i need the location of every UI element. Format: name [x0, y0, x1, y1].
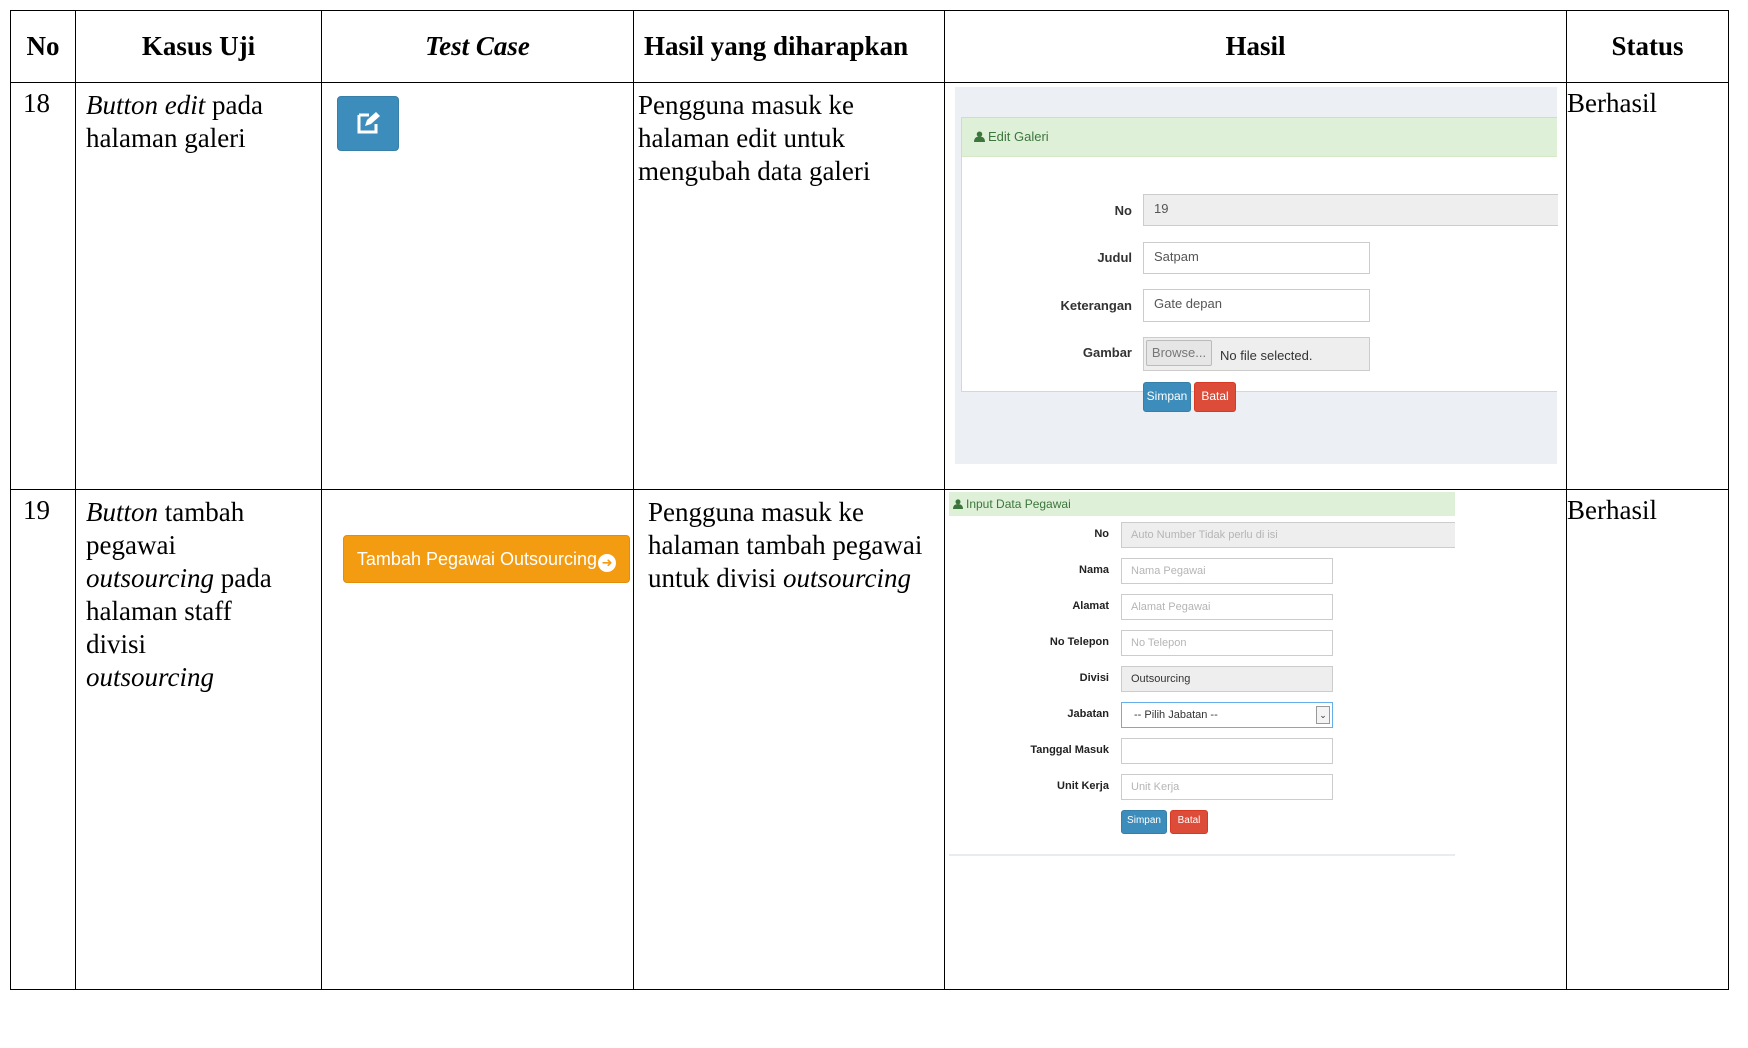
label-no: No	[1094, 528, 1109, 540]
select-value: -- Pilih Jabatan --	[1134, 709, 1218, 721]
user-icon	[974, 131, 985, 142]
input-tanggal-masuk[interactable]	[1121, 738, 1333, 764]
file-input-gambar[interactable]: Browse... No file selected.	[1143, 337, 1370, 371]
edit-icon	[357, 112, 380, 134]
cell-no: 19	[10, 489, 76, 990]
panel-bottom-border	[949, 854, 1455, 856]
kasus-uji-line: halaman staff	[86, 596, 232, 626]
input-divisi[interactable]: Outsourcing	[1121, 666, 1333, 692]
cell-hasil: Edit Galeri No 19 Judul Satpam Keteranga…	[944, 82, 1567, 490]
cell-expected: Pengguna masuk ke halaman tambah pegawai…	[633, 489, 945, 990]
header-no: No	[10, 10, 76, 83]
header-test-case: Test Case	[321, 10, 634, 83]
batal-button[interactable]: Batal	[1194, 382, 1236, 412]
panel-header: Input Data Pegawai	[949, 492, 1455, 516]
kasus-uji-line: Button tambah	[86, 496, 311, 529]
table-header-row: No Kasus Uji Test Case Hasil yang dihara…	[10, 10, 1729, 83]
expected-text: Pengguna masuk ke halaman edit untuk men…	[638, 90, 871, 186]
input-data-pegawai-screenshot: Input Data Pegawai No Auto Number Tidak …	[949, 492, 1559, 862]
label-unit-kerja: Unit Kerja	[1057, 780, 1109, 792]
row-number: 19	[23, 495, 50, 525]
cell-status: Berhasil	[1566, 489, 1729, 990]
cell-no: 18	[10, 82, 76, 490]
table-row: 18 Button edit pada halaman galeri Pengg…	[10, 82, 1729, 490]
batal-button[interactable]: Batal	[1170, 810, 1208, 834]
table-row: 19 Button tambah pegawai outsourcing pad…	[10, 489, 1729, 990]
cell-test-case	[321, 82, 634, 490]
simpan-button[interactable]: Simpan	[1143, 382, 1191, 412]
label-no: No	[1114, 203, 1132, 218]
file-status: No file selected.	[1220, 348, 1313, 363]
label-telepon: No Telepon	[1049, 636, 1109, 648]
input-keterangan[interactable]: Gate depan	[1143, 289, 1370, 322]
cell-expected: Pengguna masuk ke halaman edit untuk men…	[633, 82, 945, 490]
chevron-down-icon: ⌄	[1316, 706, 1330, 724]
input-unit-kerja[interactable]: Unit Kerja	[1121, 774, 1333, 800]
cell-kasus-uji: Button edit pada halaman galeri	[75, 82, 322, 490]
input-nama[interactable]: Nama Pegawai	[1121, 558, 1333, 584]
user-icon	[953, 499, 963, 509]
cell-status: Berhasil	[1566, 82, 1729, 490]
kasus-uji-text: Button tambah pegawai outsourcing pada h…	[76, 490, 321, 694]
kasus-uji-italic: outsourcing	[86, 563, 214, 593]
status-text: Berhasil	[1567, 495, 1657, 525]
status-text: Berhasil	[1567, 88, 1657, 118]
select-jabatan[interactable]: -- Pilih Jabatan -- ⌄	[1121, 702, 1333, 728]
header-kasus-uji: Kasus Uji	[75, 10, 322, 83]
test-result-table: No Kasus Uji Test Case Hasil yang dihara…	[10, 10, 1729, 990]
label-jabatan: Jabatan	[1067, 708, 1109, 720]
header-status: Status	[1566, 10, 1729, 83]
kasus-uji-line: divisi	[86, 629, 147, 659]
edit-galeri-panel: Edit Galeri No 19 Judul Satpam Keteranga…	[961, 117, 1558, 412]
input-no[interactable]: Auto Number Tidak perlu di isi	[1121, 522, 1455, 548]
row-number: 18	[23, 88, 50, 118]
label-keterangan: Keterangan	[1060, 298, 1132, 313]
label-nama: Nama	[1079, 564, 1109, 576]
label-gambar: Gambar	[1082, 345, 1132, 360]
tambah-pegawai-outsourcing-button[interactable]: Tambah Pegawai Outsourcing ➜	[343, 535, 630, 583]
edit-galeri-screenshot: Edit Galeri No 19 Judul Satpam Keteranga…	[955, 87, 1558, 464]
header-hasil: Hasil	[944, 10, 1567, 83]
browse-button[interactable]: Browse...	[1146, 340, 1212, 366]
kasus-uji-line: outsourcing	[86, 661, 311, 694]
expected-italic: outsourcing	[783, 563, 912, 593]
button-label: Tambah Pegawai Outsourcing	[356, 549, 598, 569]
header-hasil-diharapkan: Hasil yang diharapkan	[633, 10, 945, 83]
cell-kasus-uji: Button tambah pegawai outsourcing pada h…	[75, 489, 322, 990]
panel-title: Edit Galeri	[988, 129, 1049, 144]
panel-title: Input Data Pegawai	[966, 497, 1071, 511]
input-judul[interactable]: Satpam	[1143, 242, 1370, 274]
kasus-uji-rest: pada	[220, 563, 272, 593]
input-no[interactable]: 19	[1143, 194, 1558, 226]
kasus-uji-line: pegawai	[86, 530, 176, 560]
kasus-uji-rest: tambah	[164, 497, 245, 527]
cell-test-case: Tambah Pegawai Outsourcing ➜	[321, 489, 634, 990]
label-alamat: Alamat	[1072, 600, 1109, 612]
label-tanggal-masuk: Tanggal Masuk	[1030, 744, 1109, 756]
kasus-uji-italic: outsourcing	[86, 662, 214, 692]
arrow-circle-right-icon: ➜	[598, 554, 617, 572]
cell-hasil: Input Data Pegawai No Auto Number Tidak …	[944, 489, 1567, 990]
panel-header: Edit Galeri	[962, 118, 1557, 157]
kasus-uji-italic: Button	[86, 497, 158, 527]
input-telepon[interactable]: No Telepon	[1121, 630, 1333, 656]
kasus-uji-line: outsourcing pada	[86, 562, 311, 595]
simpan-button[interactable]: Simpan	[1121, 810, 1167, 834]
kasus-uji-italic: Button edit	[86, 90, 206, 120]
label-judul: Judul	[1097, 250, 1132, 265]
expected-text: Pengguna masuk ke halaman tambah pegawai…	[634, 490, 944, 595]
edit-button[interactable]	[337, 96, 399, 151]
label-divisi: Divisi	[1079, 672, 1109, 684]
input-alamat[interactable]: Alamat Pegawai	[1121, 594, 1333, 620]
kasus-uji-text: Button edit pada halaman galeri	[76, 83, 321, 155]
